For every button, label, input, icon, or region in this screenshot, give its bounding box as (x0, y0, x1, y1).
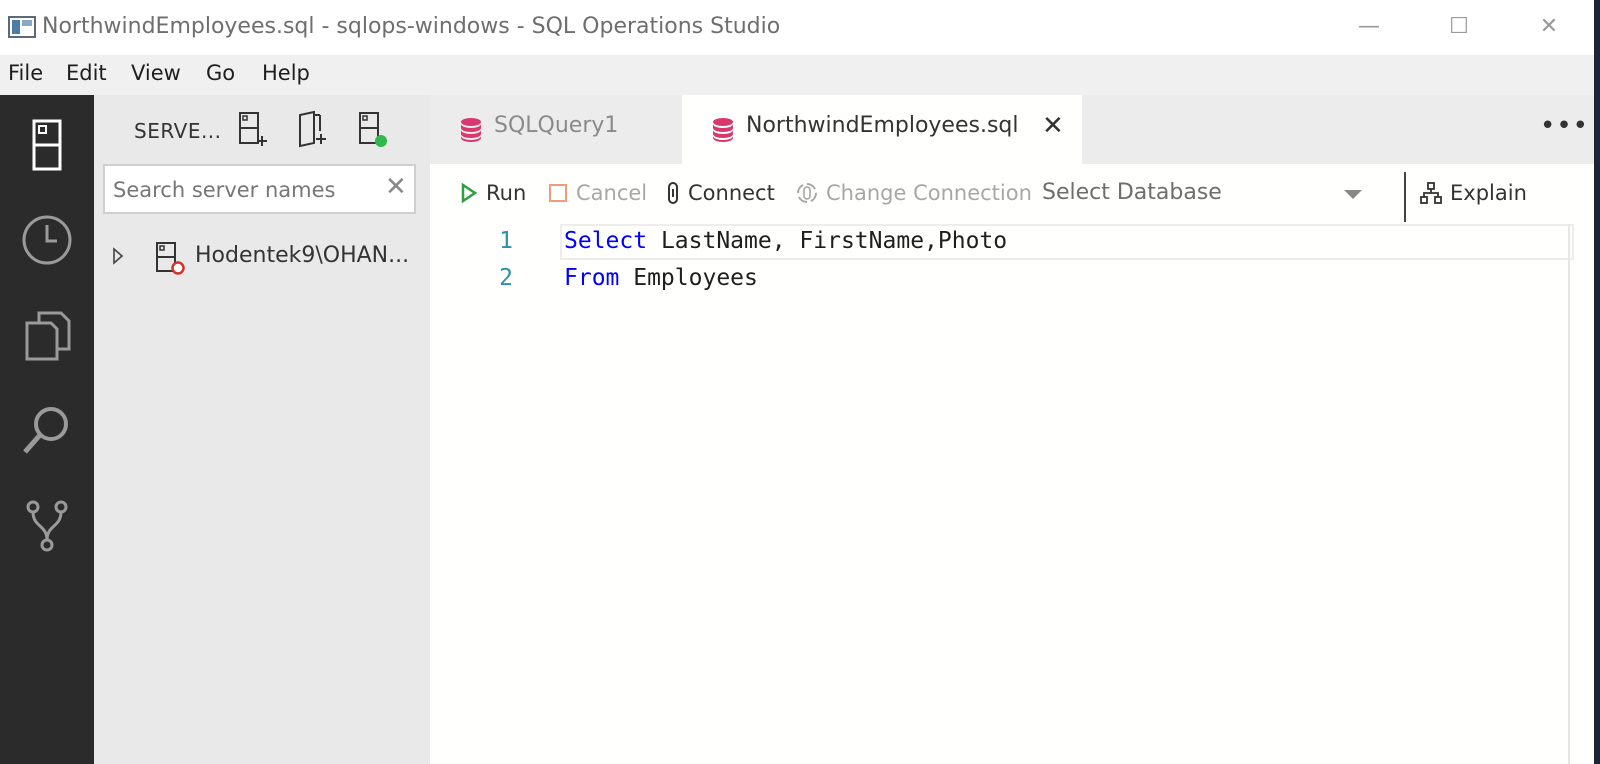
servers-icon[interactable] (17, 115, 77, 175)
server-tree-item[interactable]: Hodentek9\OHAN... (94, 235, 430, 279)
new-server-group-icon[interactable] (294, 109, 330, 149)
sql-keyword: Select (564, 228, 648, 254)
database-icon (461, 118, 481, 142)
stop-icon (549, 184, 567, 202)
line-number: 2 (499, 265, 513, 291)
app-icon (8, 16, 36, 38)
code-line[interactable]: 1 Select LastName, FirstName,Photo (430, 224, 1594, 262)
server-search-box: ✕ (103, 164, 416, 214)
sql-text: Employees (619, 265, 758, 291)
run-label: Run (486, 181, 527, 205)
minimize-button[interactable]: — (1352, 10, 1386, 44)
chevron-right-icon[interactable] (112, 247, 124, 265)
connect-button[interactable]: Connect (666, 180, 775, 210)
close-window-button[interactable]: ✕ (1532, 10, 1566, 44)
toolbar-divider (1404, 172, 1406, 222)
search-icon[interactable] (17, 400, 77, 460)
clear-search-icon[interactable]: ✕ (385, 172, 407, 202)
sidebar-title: SERVE... (134, 119, 222, 143)
database-select-value: Select Database (1042, 180, 1222, 205)
menu-view[interactable]: View (131, 61, 181, 85)
change-connection-button[interactable]: Change Connection (796, 180, 1032, 210)
close-tab-icon[interactable]: ✕ (1042, 111, 1064, 141)
sql-text: LastName, FirstName,Photo (647, 228, 1008, 254)
query-toolbar: Run Cancel Connect Change Connection Sel… (430, 164, 1594, 224)
sql-keyword: From (564, 265, 620, 291)
menu-go[interactable]: Go (206, 61, 235, 85)
history-icon[interactable] (17, 210, 77, 270)
more-actions-icon[interactable]: ••• (1540, 111, 1589, 141)
code-area[interactable]: 1 Select LastName, FirstName,Photo 2 Fro… (430, 224, 1594, 764)
chevron-down-icon (1344, 190, 1362, 199)
menu-bar: File Edit View Go Help (0, 55, 1594, 95)
code-text: From Employees (564, 265, 758, 291)
cancel-button[interactable]: Cancel (548, 180, 647, 210)
editor-scrollbar[interactable] (1568, 224, 1570, 764)
menu-edit[interactable]: Edit (66, 61, 107, 85)
server-name-label: Hodentek9\OHAN... (195, 243, 410, 268)
play-icon (461, 182, 478, 204)
code-text: Select LastName, FirstName,Photo (564, 228, 1007, 254)
cancel-label: Cancel (576, 181, 648, 205)
source-control-icon[interactable] (17, 495, 77, 555)
servers-sidebar: SERVE... ✕ Hodentek9\OHAN... (94, 95, 430, 764)
code-line[interactable]: 2 From Employees (430, 261, 1594, 299)
tab-label: SQLQuery1 (494, 113, 619, 138)
database-icon (713, 118, 733, 142)
connect-label: Connect (688, 181, 775, 205)
tab-label: NorthwindEmployees.sql (746, 113, 1019, 138)
line-number: 1 (499, 228, 513, 254)
plug-icon (668, 182, 678, 204)
menu-file[interactable]: File (8, 61, 43, 85)
editor-tab-bar: SQLQuery1 NorthwindEmployees.sql ✕ ••• (430, 95, 1594, 164)
server-search-input[interactable] (113, 172, 373, 208)
activity-bar (0, 95, 94, 764)
tab-sqlquery1[interactable]: SQLQuery1 (430, 95, 682, 164)
change-connection-label: Change Connection (826, 181, 1032, 205)
explorer-icon[interactable] (17, 305, 77, 365)
window-title: NorthwindEmployees.sql - sqlops-windows … (42, 14, 781, 39)
explain-label: Explain (1450, 181, 1527, 205)
new-connection-icon[interactable] (234, 109, 270, 149)
background-window-strip (1594, 0, 1600, 764)
query-editor: Run Cancel Connect Change Connection Sel… (430, 164, 1594, 764)
active-connections-icon[interactable] (354, 109, 390, 149)
change-connection-icon (797, 183, 817, 203)
explain-plan-icon (1420, 182, 1442, 204)
explain-button[interactable]: Explain (1420, 180, 1527, 210)
tab-northwind-employees[interactable]: NorthwindEmployees.sql ✕ (682, 95, 1082, 164)
maximize-button[interactable]: ☐ (1442, 10, 1476, 44)
database-select[interactable]: Select Database (1042, 178, 1382, 212)
menu-help[interactable]: Help (262, 61, 310, 85)
run-button[interactable]: Run (460, 180, 526, 210)
title-bar: NorthwindEmployees.sql - sqlops-windows … (0, 0, 1600, 55)
server-disconnected-icon (156, 242, 185, 275)
